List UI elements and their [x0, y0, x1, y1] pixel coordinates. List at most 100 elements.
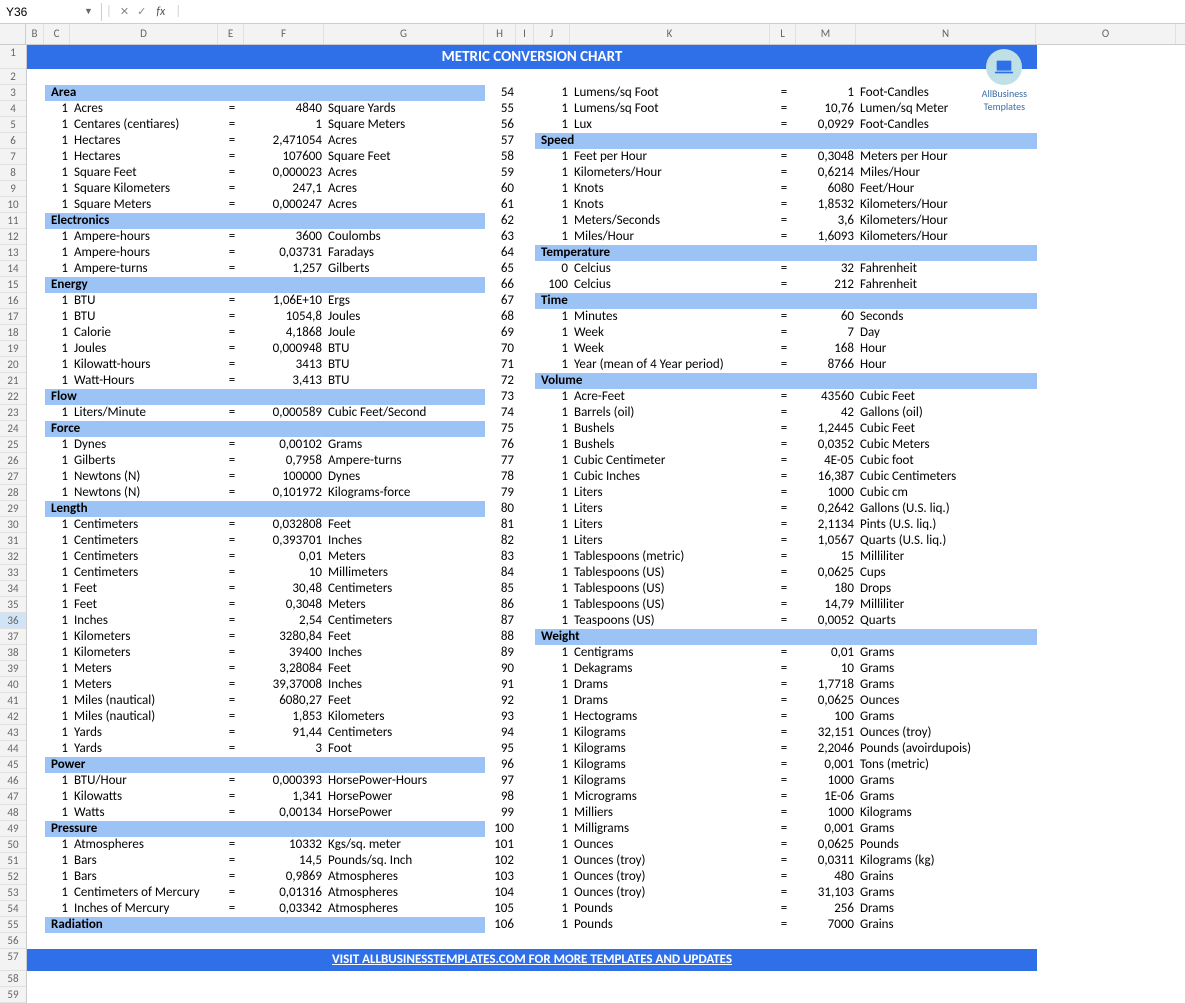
- cell[interactable]: 60: [797, 309, 857, 325]
- cell[interactable]: [27, 741, 45, 757]
- cell[interactable]: 1: [45, 357, 71, 373]
- cell[interactable]: 1: [535, 645, 571, 661]
- cell[interactable]: [27, 357, 45, 373]
- row-header[interactable]: 21: [0, 373, 26, 389]
- cell[interactable]: 0,000247: [245, 197, 325, 213]
- cell[interactable]: [27, 853, 45, 869]
- cell[interactable]: =: [771, 261, 797, 277]
- cell[interactable]: =: [219, 149, 245, 165]
- row-header[interactable]: 34: [0, 581, 26, 597]
- cell[interactable]: =: [219, 309, 245, 325]
- cell[interactable]: Tablespoons (US): [571, 565, 771, 581]
- cell[interactable]: Centimeters: [71, 565, 219, 581]
- cell[interactable]: 1: [45, 469, 71, 485]
- cell[interactable]: [27, 149, 45, 165]
- cell[interactable]: 6080,27: [245, 693, 325, 709]
- row-header[interactable]: 12: [0, 229, 26, 245]
- cell[interactable]: [27, 309, 45, 325]
- cell[interactable]: Feet: [325, 661, 485, 677]
- col-header[interactable]: J: [534, 24, 570, 44]
- row-header[interactable]: 50: [0, 837, 26, 853]
- cell[interactable]: Kilowatt-hours: [71, 357, 219, 373]
- cell[interactable]: [27, 661, 45, 677]
- cell[interactable]: Ampere-turns: [325, 453, 485, 469]
- cell[interactable]: Kilograms (kg): [857, 853, 1037, 869]
- cell[interactable]: Inches: [325, 533, 485, 549]
- cell[interactable]: [27, 645, 45, 661]
- cell[interactable]: Newtons (N): [71, 485, 219, 501]
- cell[interactable]: 3,28084: [245, 661, 325, 677]
- cell[interactable]: Week: [571, 341, 771, 357]
- cell[interactable]: =: [771, 501, 797, 517]
- cell[interactable]: =: [219, 789, 245, 805]
- cell[interactable]: 1: [45, 309, 71, 325]
- name-box-dropdown-icon[interactable]: ▼: [80, 6, 97, 17]
- cell[interactable]: 1: [535, 821, 571, 837]
- grid[interactable]: AllBusiness Templates METRIC CONVERSION …: [27, 45, 1037, 1003]
- cell[interactable]: 3,6: [797, 213, 857, 229]
- cell[interactable]: 6080: [797, 181, 857, 197]
- cell[interactable]: 1: [45, 805, 71, 821]
- cell[interactable]: Square Meters: [71, 197, 219, 213]
- cell[interactable]: =: [771, 725, 797, 741]
- cell[interactable]: 1054,8: [245, 309, 325, 325]
- cell[interactable]: =: [219, 629, 245, 645]
- cell[interactable]: =: [219, 357, 245, 373]
- cell[interactable]: [517, 293, 535, 309]
- cell[interactable]: [517, 853, 535, 869]
- row-header[interactable]: 58: [0, 971, 26, 987]
- cell[interactable]: [27, 341, 45, 357]
- row-header[interactable]: 1: [0, 45, 26, 69]
- cell[interactable]: [517, 741, 535, 757]
- cell[interactable]: =: [219, 613, 245, 629]
- cell[interactable]: 1: [535, 181, 571, 197]
- cell[interactable]: Ergs: [325, 293, 485, 309]
- cell[interactable]: 1: [45, 869, 71, 885]
- cell[interactable]: [27, 773, 45, 789]
- cell[interactable]: Atmospheres: [325, 885, 485, 901]
- cell[interactable]: 16,387: [797, 469, 857, 485]
- cell[interactable]: 99: [485, 805, 517, 821]
- cell[interactable]: Ounces (troy): [857, 725, 1037, 741]
- row-header[interactable]: 44: [0, 741, 26, 757]
- cell[interactable]: Square Meters: [325, 117, 485, 133]
- cell[interactable]: =: [771, 277, 797, 293]
- cell[interactable]: 84: [485, 565, 517, 581]
- row-header[interactable]: 46: [0, 773, 26, 789]
- cell[interactable]: Pints (U.S. liq.): [857, 517, 1037, 533]
- cell[interactable]: 10332: [245, 837, 325, 853]
- cell[interactable]: [517, 213, 535, 229]
- cell[interactable]: 1: [535, 725, 571, 741]
- row-header[interactable]: 45: [0, 757, 26, 773]
- cell[interactable]: BTU: [325, 373, 485, 389]
- cell[interactable]: 56: [485, 117, 517, 133]
- cell[interactable]: 63: [485, 229, 517, 245]
- cell[interactable]: 247,1: [245, 181, 325, 197]
- cell[interactable]: Knots: [571, 197, 771, 213]
- cell[interactable]: 1: [535, 901, 571, 917]
- cell[interactable]: 0,032808: [245, 517, 325, 533]
- cell[interactable]: 1: [535, 389, 571, 405]
- cell[interactable]: =: [771, 149, 797, 165]
- cell[interactable]: Week: [571, 325, 771, 341]
- row-header[interactable]: 8: [0, 165, 26, 181]
- cell[interactable]: [517, 181, 535, 197]
- cell[interactable]: 95: [485, 741, 517, 757]
- cell[interactable]: Kilograms-force: [325, 485, 485, 501]
- cell[interactable]: 1: [535, 805, 571, 821]
- cell[interactable]: 77: [485, 453, 517, 469]
- cell[interactable]: Gilberts: [71, 453, 219, 469]
- cell[interactable]: Cubic Feet/Second: [325, 405, 485, 421]
- cell[interactable]: 1: [45, 885, 71, 901]
- cell[interactable]: Gilberts: [325, 261, 485, 277]
- cell[interactable]: 1,853: [245, 709, 325, 725]
- cell[interactable]: Watt-Hours: [71, 373, 219, 389]
- cell[interactable]: 3600: [245, 229, 325, 245]
- cell[interactable]: =: [219, 325, 245, 341]
- cell[interactable]: Kilograms: [571, 773, 771, 789]
- cell[interactable]: =: [771, 389, 797, 405]
- cell[interactable]: Hectares: [71, 149, 219, 165]
- cell[interactable]: =: [771, 165, 797, 181]
- cell[interactable]: =: [219, 373, 245, 389]
- cell[interactable]: 93: [485, 709, 517, 725]
